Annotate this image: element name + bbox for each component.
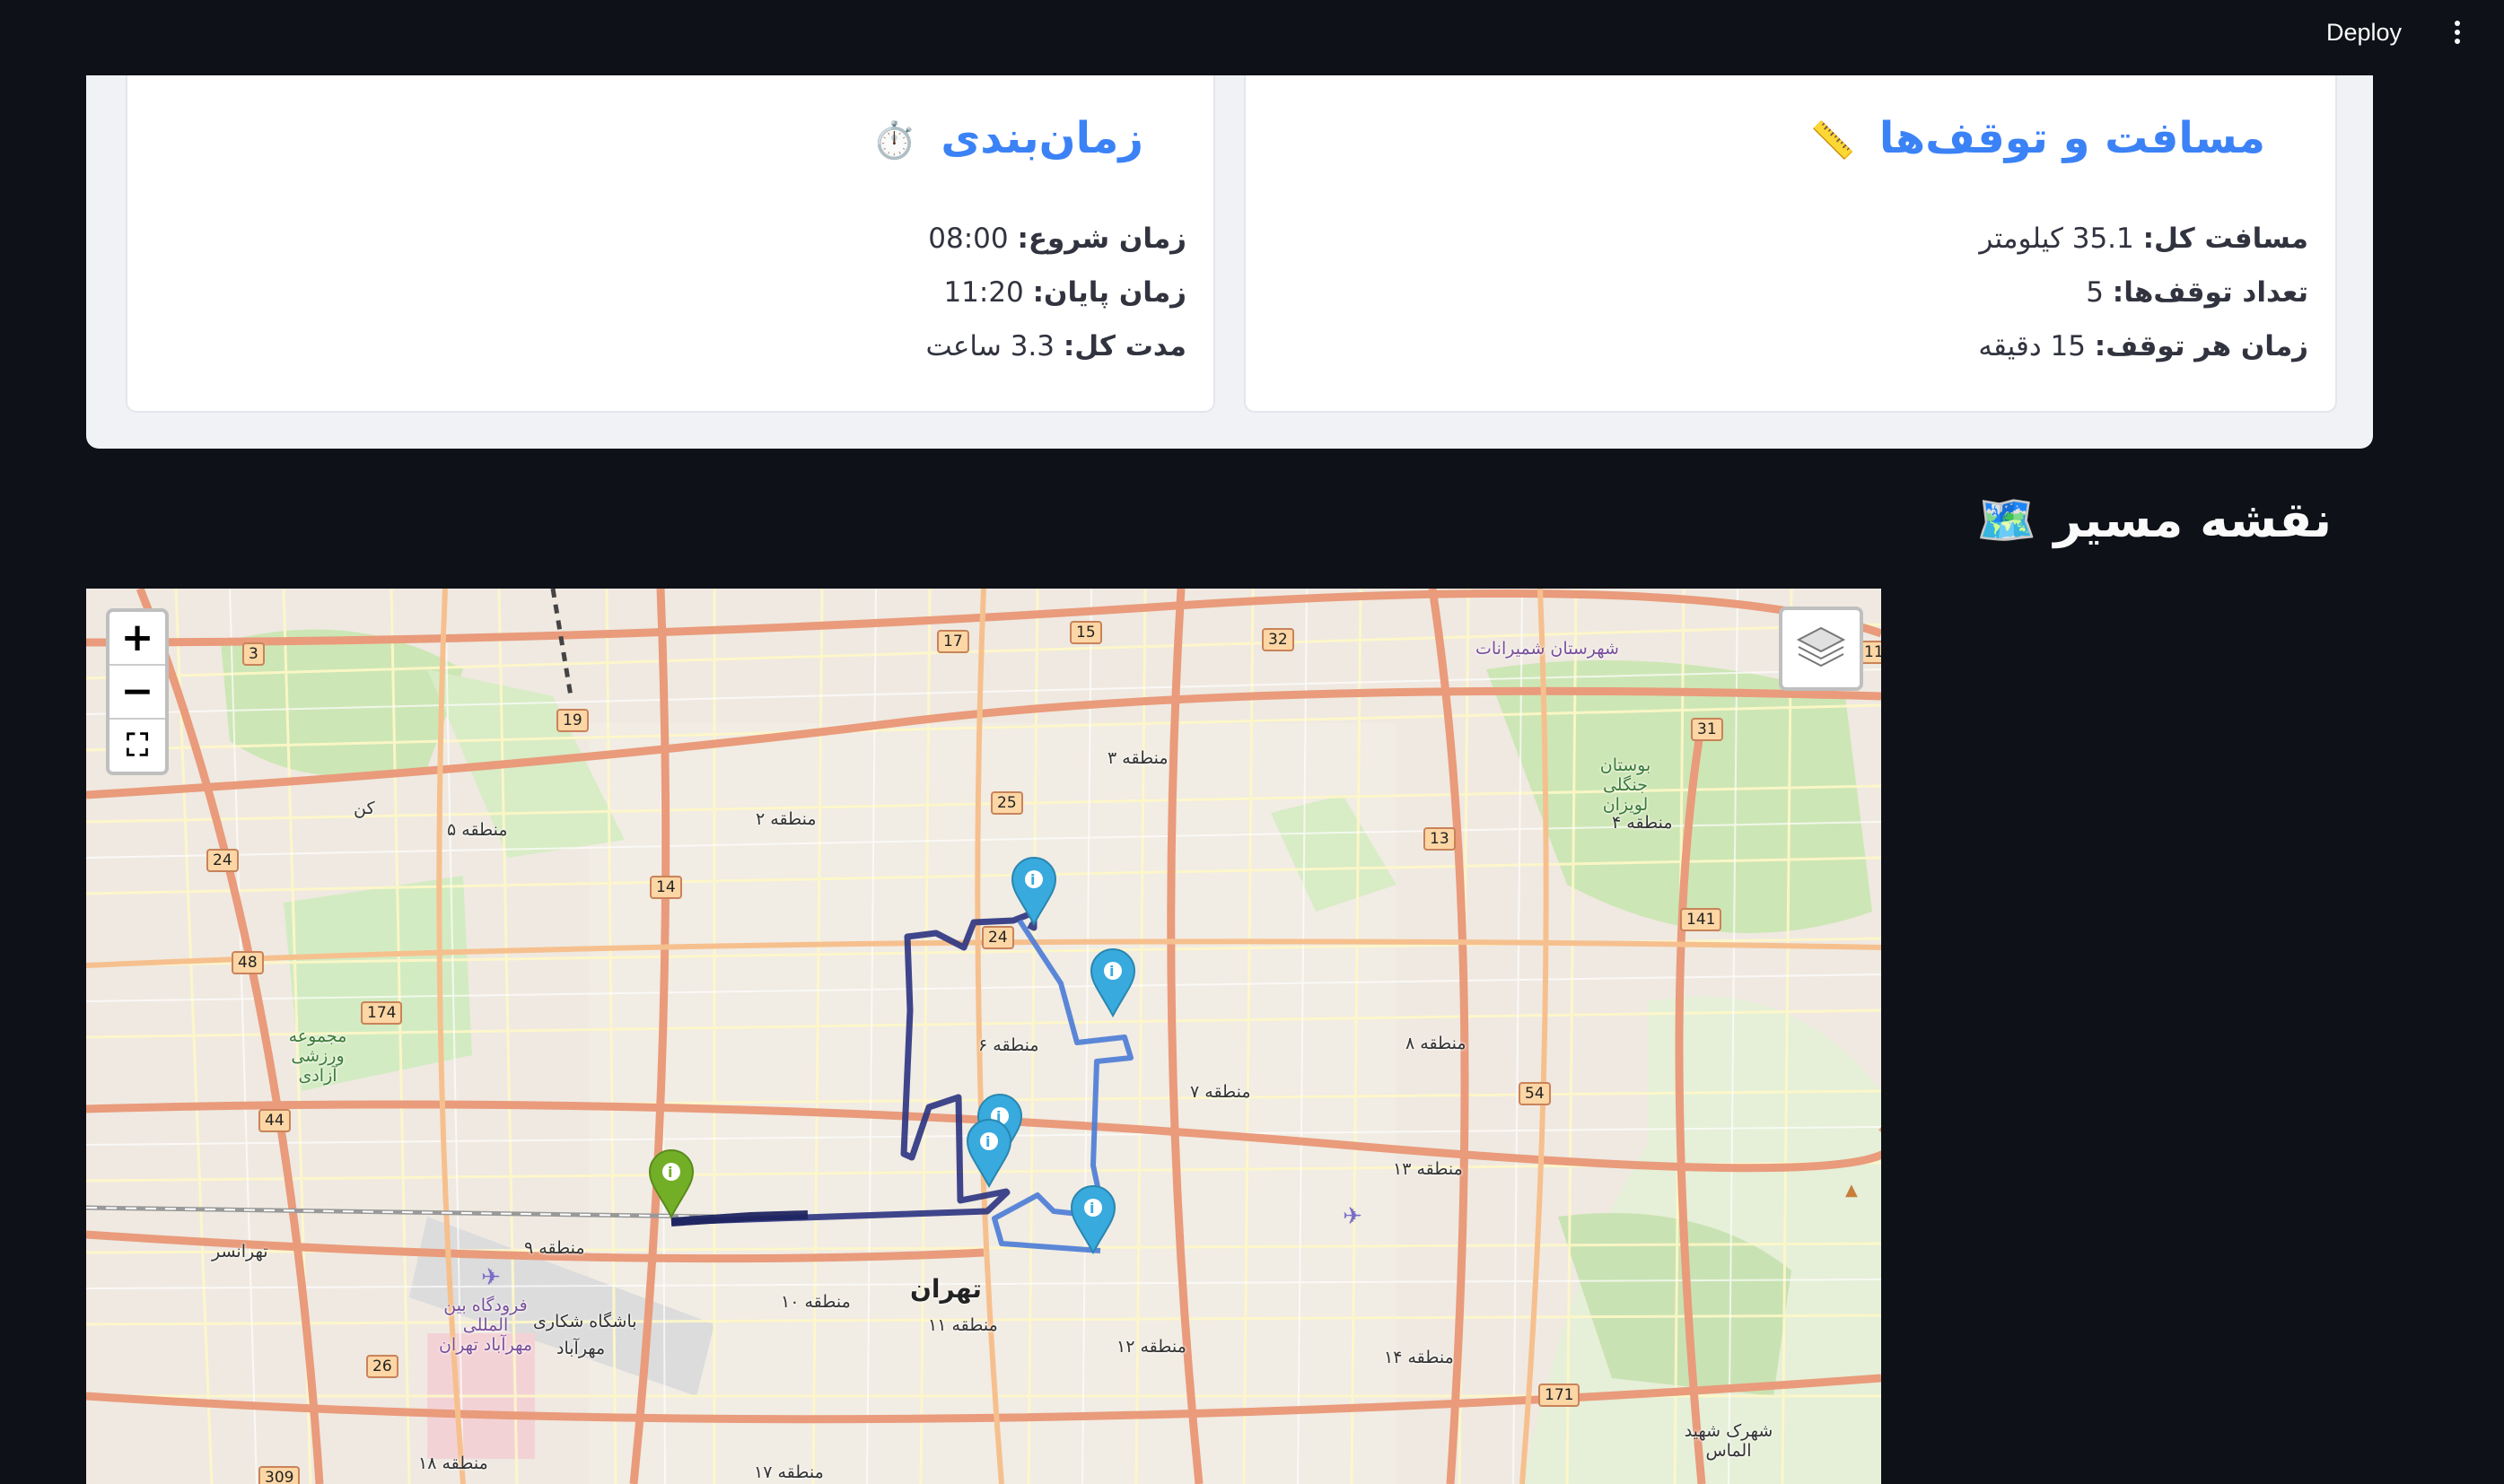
distance-card-title: مسافت و توقف‌ها 📏: [1810, 113, 2265, 163]
layers-icon: [1796, 626, 1846, 668]
map-label-district: منطقه ۱۱: [928, 1315, 998, 1335]
map-label-mehrabad: مهرآباد: [556, 1339, 606, 1358]
more-vertical-icon[interactable]: [2438, 13, 2477, 52]
start-marker-icon[interactable]: i: [646, 1148, 696, 1218]
map-label-tehransar: تهرانسر: [212, 1242, 268, 1261]
zoom-control: + − ⛶: [106, 608, 169, 775]
map-label-district: منطقه ۱۷: [754, 1462, 824, 1482]
stop-marker-icon[interactable]: i: [964, 1118, 1014, 1188]
map-label-district: منطقه ۱۲: [1116, 1337, 1186, 1357]
map-label-district: منطقه ۸: [1405, 1034, 1467, 1053]
road-shield: 24: [206, 849, 239, 872]
stop-marker-icon[interactable]: i: [1009, 856, 1059, 926]
map-icon: 🗺️: [1976, 492, 2037, 548]
map-label-airport: فرودگاه بین المللی مهرآباد تهران: [438, 1296, 533, 1355]
layers-control-button[interactable]: [1779, 607, 1863, 691]
route-map[interactable]: ✈ ✈ ▲ تهران منطقه ۱۰ منطقه ۲ منطقه ۳ منط…: [86, 589, 1881, 1484]
timing-card: زمان‌بندی ⏱️ زمان شروع: 08:00 زمان پایان…: [126, 75, 1215, 413]
road-shield: 31: [1691, 718, 1723, 741]
road-shield: 171: [1538, 1384, 1580, 1407]
road-shield: 32: [1262, 628, 1294, 651]
svg-text:i: i: [1090, 1200, 1094, 1217]
road-shield: 141: [1680, 908, 1722, 931]
road-shield: 17: [937, 630, 969, 653]
zoom-out-button[interactable]: −: [109, 666, 165, 720]
summary-panel: زمان‌بندی ⏱️ زمان شروع: 08:00 زمان پایان…: [86, 75, 2373, 449]
map-label-district: منطقه ۱۴: [1384, 1348, 1454, 1367]
svg-text:▲: ▲: [1845, 1181, 1858, 1200]
road-shield: 14: [650, 876, 682, 899]
road-shield: 3: [242, 642, 265, 666]
zoom-in-button[interactable]: +: [109, 612, 165, 666]
app-header: Deploy: [0, 0, 2504, 75]
ruler-icon: 📏: [1810, 120, 1856, 161]
map-label-district: منطقه ۹: [524, 1238, 585, 1258]
stop-marker-icon[interactable]: i: [1068, 1184, 1118, 1254]
stop-marker-icon[interactable]: i: [1088, 947, 1138, 1017]
map-label-shemiranat: شهرستان شمیرانات: [1475, 639, 1619, 659]
map-label-almas: شهرک شهید الماس: [1684, 1421, 1773, 1461]
map-label-district: منطقه ۱۰: [781, 1292, 851, 1312]
road-shield: 54: [1519, 1082, 1551, 1105]
road-shield: 309: [258, 1466, 301, 1484]
map-label-lavizan: بوستان جنگلی لویزان: [1599, 755, 1651, 815]
svg-text:✈: ✈: [1343, 1203, 1362, 1230]
road-shield: 13: [1423, 827, 1456, 851]
map-label-kan: کن: [354, 799, 375, 818]
svg-text:i: i: [668, 1164, 672, 1181]
map-label-district: منطقه ۳: [1108, 748, 1169, 768]
road-shield: 25: [991, 791, 1023, 815]
road-shield: 48: [232, 951, 264, 974]
road-shield: 24: [982, 926, 1014, 949]
start-time-row: زمان شروع: 08:00: [928, 223, 1186, 255]
svg-text:i: i: [1030, 871, 1035, 888]
map-label-district: منطقه ۴: [1612, 813, 1673, 833]
map-label-district: منطقه ۶: [978, 1035, 1039, 1055]
svg-text:✈: ✈: [481, 1264, 501, 1291]
distance-card: مسافت و توقف‌ها 📏 مسافت کل: 35.1 کیلومتر…: [1244, 75, 2337, 413]
map-label-district: منطقه ۲: [756, 809, 817, 829]
map-label-shooting: باشگاه شکاری: [533, 1312, 637, 1331]
map-label-district: منطقه ۱۳: [1393, 1159, 1463, 1179]
fullscreen-button[interactable]: ⛶: [109, 720, 165, 772]
map-label-district: منطقه ۷: [1190, 1082, 1251, 1102]
stop-duration-row: زمان هر توقف: 15 دقیقه: [1978, 330, 2308, 362]
map-section-title: نقشه مسیر 🗺️: [1976, 492, 2332, 548]
road-shield: 19: [556, 709, 589, 732]
map-label-district: منطقه ۵: [447, 820, 508, 840]
road-shield: 44: [258, 1109, 291, 1132]
stop-count-row: تعداد توقف‌ها: 5: [2086, 276, 2308, 309]
stopwatch-icon: ⏱️: [871, 120, 917, 161]
road-shield: 15: [1070, 621, 1102, 644]
svg-text:i: i: [1109, 963, 1114, 980]
end-time-row: زمان پایان: 11:20: [943, 276, 1186, 309]
deploy-button[interactable]: Deploy: [2319, 16, 2409, 48]
road-shield: 174: [361, 1001, 403, 1025]
road-shield: 26: [366, 1355, 398, 1378]
svg-text:i: i: [985, 1133, 990, 1150]
map-label-azadi: مجموعه ورزشی آزادی: [288, 1026, 347, 1086]
timing-card-title: زمان‌بندی ⏱️: [871, 113, 1143, 163]
map-label-tehran: تهران: [910, 1274, 982, 1304]
total-duration-row: مدت کل: 3.3 ساعت: [925, 330, 1186, 362]
total-distance-row: مسافت کل: 35.1 کیلومتر: [1979, 223, 2308, 255]
map-label-district: منطقه ۱۸: [418, 1453, 488, 1473]
